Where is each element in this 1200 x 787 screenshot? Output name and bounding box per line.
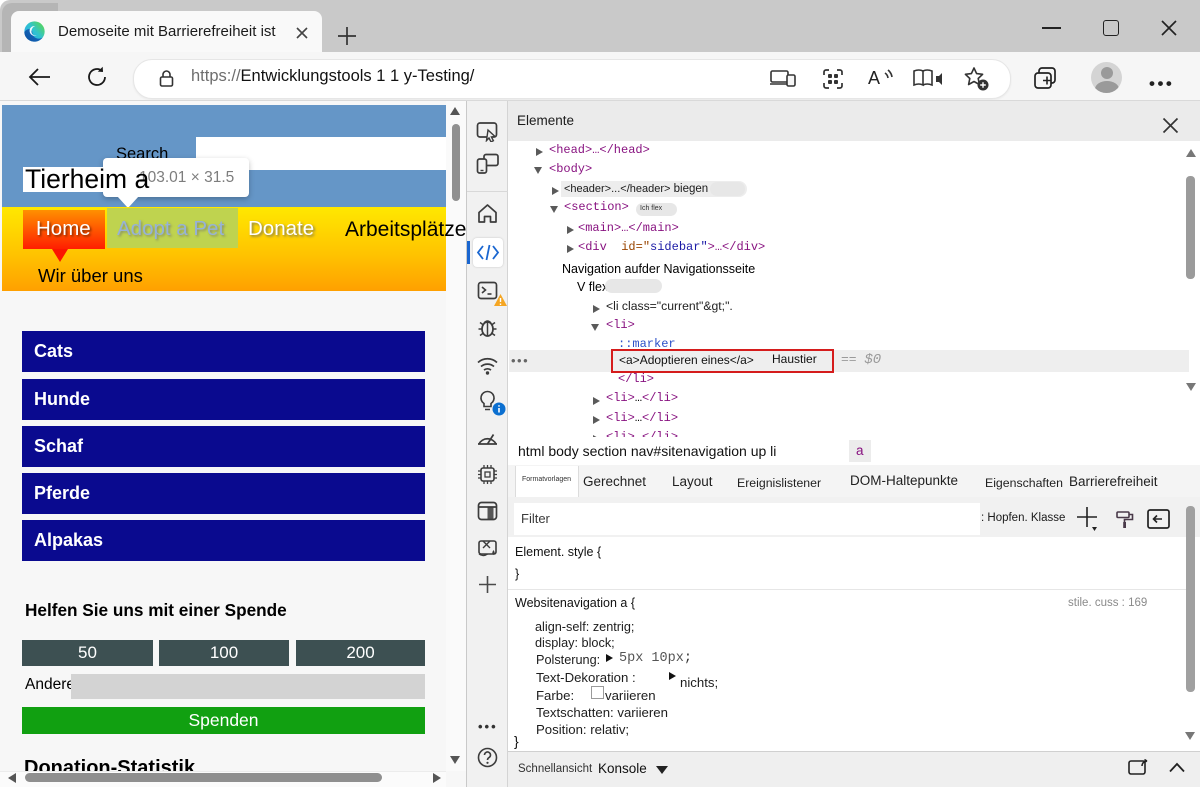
svg-text:A: A <box>868 68 880 88</box>
